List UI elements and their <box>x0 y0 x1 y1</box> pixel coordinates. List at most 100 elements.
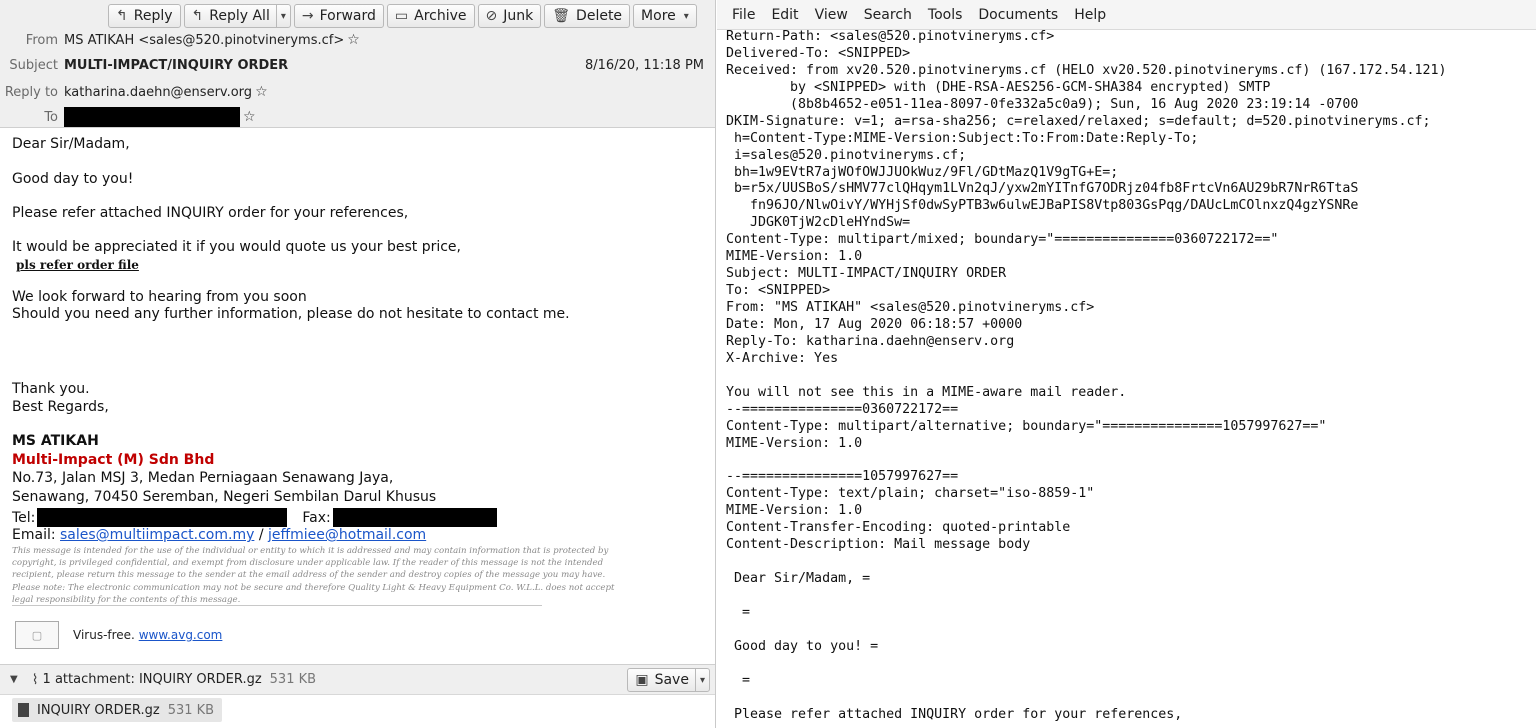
source-line <box>726 452 1530 469</box>
source-line: DKIM-Signature: v=1; a=rsa-sha256; c=rel… <box>726 113 1431 129</box>
from-value[interactable]: MS ATIKAH <sales@520.pinotvineryms.cf> <box>64 33 344 48</box>
text-editor-pane: File Edit View Search Tools Documents He… <box>717 0 1536 728</box>
forward-button[interactable]: → Forward <box>293 4 384 28</box>
signature-address: No.73, Jalan MSJ 3, Medan Perniagaan Sen… <box>12 470 394 486</box>
paperclip-icon: ⌇ <box>31 671 39 688</box>
email-link[interactable]: sales@multiimpact.com.my <box>60 527 254 543</box>
source-line: (8b8b4652-e051-11ea-8097-0fe332a5c0a9); … <box>726 96 1359 112</box>
menu-documents[interactable]: Documents <box>978 7 1058 23</box>
source-text-area[interactable]: Return-Path: <sales@520.pinotvineryms.cf… <box>726 29 1530 723</box>
save-dropdown-icon[interactable]: ▾ <box>694 669 709 691</box>
source-line <box>726 690 1530 707</box>
source-line: Dear Sir/Madam, = <box>726 571 871 586</box>
avg-logo-icon: ▢ <box>15 621 59 649</box>
reply-all-button[interactable]: ↰ Reply All ▾ <box>183 4 291 28</box>
source-line: JDGK0TjW2cDleHYndSw= <box>726 215 911 231</box>
message-header: ↰ Reply ↰ Reply All ▾ → Forward ▭ Archive ⊘ Ju… <box>0 0 715 128</box>
divider <box>12 605 542 606</box>
body-line: Please refer attached INQUIRY order for … <box>12 205 409 221</box>
delete-button[interactable]: 🗑 Delete <box>544 4 631 28</box>
source-line: bh=1w9EVtR7ajWOfOWJJUOkWuz/9Fl/GDtMazQ1V… <box>726 164 1119 180</box>
attachment-summary-size: 531 KB <box>269 672 317 687</box>
message-date: 8/16/20, 11:18 PM <box>584 58 704 73</box>
attachment-item[interactable]: INQUIRY ORDER.gz 531 KB <box>12 698 223 722</box>
menu-tools[interactable]: Tools <box>928 7 963 23</box>
body-line: It would be appreciated it if you would … <box>12 239 461 255</box>
source-line: MIME-Version: 1.0 <box>726 435 863 451</box>
source-line: = <box>726 604 751 620</box>
source-line: Reply-To: katharina.daehn@enserv.org <box>726 333 1015 349</box>
redacted-fax <box>332 508 497 527</box>
source-line: MIME-Version: 1.0 <box>726 503 863 519</box>
source-line: From: "MS ATIKAH" <sales@520.pinotvinery… <box>726 300 1095 315</box>
star-icon[interactable]: ☆ <box>243 109 256 125</box>
save-attachment-button[interactable]: ▣ Save ▾ <box>627 668 710 692</box>
subject-label: Subject <box>9 57 58 73</box>
source-line: b=r5x/UUSBoS/sHMV77clQHqym1LVn2qJ/yxw2mY… <box>726 181 1359 197</box>
greeting-text: Dear Sir/Madam, <box>12 136 130 152</box>
junk-icon: ⊘ <box>485 8 498 24</box>
archive-icon: ▭ <box>394 8 409 24</box>
signature-phone-row: Tel: Fax: <box>12 508 497 527</box>
source-line: --===============1057997627== <box>726 469 959 485</box>
email-link[interactable]: jeffmiee@hotmail.com <box>268 527 426 543</box>
source-line: Good day to you! = <box>726 638 879 654</box>
archive-button[interactable]: ▭ Archive <box>386 4 475 28</box>
email-viewer-pane: ↰ Reply ↰ Reply All ▾ → Forward ▭ Archive ⊘ Ju… <box>0 0 716 728</box>
message-toolbar: ↰ Reply ↰ Reply All ▾ → Forward ▭ Archive ⊘ Ju… <box>108 4 697 28</box>
file-icon <box>18 703 29 717</box>
attachment-name: INQUIRY ORDER.gz <box>37 702 160 718</box>
closing-text: Best Regards, <box>12 399 109 415</box>
signature-name: MS ATIKAH <box>12 433 99 449</box>
save-icon: ▣ <box>635 672 649 688</box>
order-file-note: pls refer order file <box>16 258 139 272</box>
attachment-toggle-icon[interactable]: ▼ <box>10 674 18 685</box>
source-line: by <SNIPPED> with (DHE-RSA-AES256-GCM-SH… <box>726 79 1271 95</box>
menu-edit[interactable]: Edit <box>771 7 798 23</box>
reply-button[interactable]: ↰ Reply <box>108 4 181 28</box>
forward-icon: → <box>301 8 314 24</box>
menu-search[interactable]: Search <box>864 7 912 23</box>
source-line: X-Archive: Yes <box>726 350 839 366</box>
source-line: Content-Transfer-Encoding: quoted-printa… <box>726 520 1071 536</box>
menu-file[interactable]: File <box>732 7 755 23</box>
star-icon[interactable]: ☆ <box>255 84 268 100</box>
reply-to-row: Reply to katharina.daehn@enserv.org ☆ <box>0 81 715 103</box>
trash-icon: 🗑 <box>552 8 571 24</box>
star-icon[interactable]: ☆ <box>347 32 360 48</box>
reply-all-dropdown-icon[interactable]: ▾ <box>275 5 290 27</box>
source-line: Content-Type: multipart/alternative; bou… <box>726 418 1327 434</box>
avg-link[interactable]: www.avg.com <box>139 628 223 642</box>
source-line: Date: Mon, 17 Aug 2020 06:18:57 +0000 <box>726 316 1023 332</box>
attachment-size: 531 KB <box>167 702 215 718</box>
source-line <box>726 368 1530 385</box>
reply-to-value[interactable]: katharina.daehn@enserv.org <box>64 85 252 100</box>
source-line: Please refer attached INQUIRY order for … <box>726 706 1183 722</box>
disclaimer-text: This message is intended for the use of … <box>12 546 615 605</box>
fax-label: Fax: <box>302 509 331 526</box>
menu-help[interactable]: Help <box>1074 7 1106 23</box>
junk-button[interactable]: ⊘ Junk <box>477 4 542 28</box>
redacted-phone <box>37 508 288 527</box>
body-line: Should you need any further information,… <box>12 306 570 322</box>
email-separator: / <box>258 527 264 543</box>
chevron-down-icon: ▾ <box>683 10 689 22</box>
source-line: = <box>726 672 751 688</box>
redacted-recipient <box>64 107 240 127</box>
to-row: To ☆ <box>0 106 715 128</box>
source-line: MIME-Version: 1.0 <box>726 249 863 265</box>
attachment-summary[interactable]: 1 attachment: INQUIRY ORDER.gz <box>43 672 262 687</box>
source-line: You will not see this in a MIME-aware ma… <box>726 384 1127 400</box>
avg-badge: ▢ Virus-free. www.avg.com <box>15 620 222 650</box>
source-line: Content-Type: text/plain; charset="iso-8… <box>726 486 1095 502</box>
more-button[interactable]: More ▾ <box>633 4 697 28</box>
source-line: Delivered-To: <SNIPPED> <box>726 45 911 61</box>
reply-icon: ↰ <box>116 8 128 24</box>
source-line <box>726 554 1530 571</box>
source-line: Subject: MULTI-IMPACT/INQUIRY ORDER <box>726 266 1007 282</box>
reply-all-icon: ↰ <box>191 8 204 24</box>
body-line: We look forward to hearing from you soon <box>12 289 307 305</box>
menu-view[interactable]: View <box>815 7 848 23</box>
source-line: Return-Path: <sales@520.pinotvineryms.cf… <box>726 29 1055 44</box>
source-line: fn96JO/NlwOivY/WYHjSf0dwSyPTB3w6ulwEJBaP… <box>726 198 1359 214</box>
